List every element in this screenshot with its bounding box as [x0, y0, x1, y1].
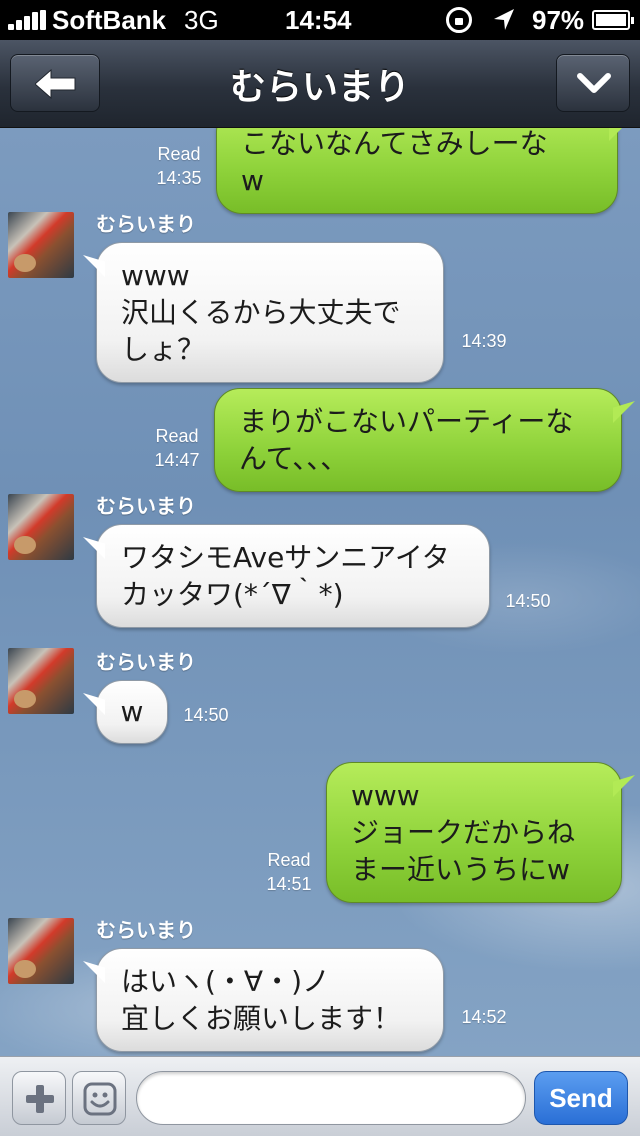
location-arrow-icon: [494, 9, 514, 30]
outgoing-message-bubble[interactable]: www ジョークだからね まー近いうちにw: [326, 762, 622, 903]
incoming-message-bubble[interactable]: ワタシモAveサンニアイタ カッタワ(*´∇｀*): [96, 524, 490, 628]
emoji-icon: [83, 1082, 117, 1116]
incoming-message-bubble[interactable]: w: [96, 680, 168, 744]
navigation-bar: むらいまり: [0, 40, 640, 128]
carrier-name: SoftBank: [52, 5, 167, 35]
read-receipt: Read: [157, 144, 201, 164]
outgoing-message-bubble[interactable]: まりがこないパーティーな んて、、、: [214, 388, 622, 492]
chat-message-list[interactable]: Read 14:35 こないなんてさみしーな w むらいまり www 沢山くるか…: [0, 128, 640, 1056]
message-text: ワタシモAveサンニアイタ カッタワ(*´∇｀*): [121, 541, 450, 611]
rotation-lock-icon: [446, 7, 472, 33]
message-meta: Read 14:51: [258, 848, 320, 896]
sender-name: むらいまり: [96, 212, 196, 236]
incoming-message-bubble[interactable]: はいヽ(・∀・)ノ 宜しくお願いします！: [96, 948, 444, 1052]
message-time: 14:50: [183, 705, 229, 725]
message-text: まりがこないパーティーな んて、、、: [239, 405, 574, 475]
emoji-button[interactable]: [72, 1071, 126, 1125]
message-time: 14:39: [461, 331, 507, 351]
avatar[interactable]: [8, 918, 74, 984]
message-time: 14:47: [154, 450, 200, 470]
chat-title: むらいまり: [229, 67, 410, 108]
message-time: 14:51: [266, 874, 312, 894]
status-bar: SoftBank 3G 14:54 97%: [0, 0, 640, 40]
avatar[interactable]: [8, 212, 74, 278]
message-time: 14:52: [461, 1007, 507, 1027]
sender-name: むらいまり: [96, 650, 196, 674]
message-time: 14:35: [156, 168, 202, 188]
message-meta: Read 14:47: [146, 424, 208, 472]
outgoing-message-bubble[interactable]: こないなんてさみしーな w: [216, 128, 618, 214]
incoming-message-bubble[interactable]: www 沢山くるから大丈夫で しょ？: [96, 242, 444, 383]
avatar[interactable]: [8, 648, 74, 714]
message-time: 14:50: [505, 591, 551, 611]
status-time: 14:54: [285, 5, 352, 35]
message-input[interactable]: [136, 1071, 526, 1125]
read-receipt: Read: [267, 850, 311, 870]
send-button[interactable]: Send: [534, 1071, 628, 1125]
plus-icon: [26, 1085, 54, 1113]
network-type: 3G: [184, 5, 219, 35]
message-text: w: [120, 695, 144, 728]
read-receipt: Read: [155, 426, 199, 446]
signal-strength-icon: [8, 10, 50, 30]
message-text: こないなんてさみしーな w: [241, 128, 548, 197]
sender-name: むらいまり: [96, 918, 196, 942]
message-text: www 沢山くるから大丈夫で しょ？: [121, 259, 401, 366]
message-text: はいヽ(・∀・)ノ 宜しくお願いします！: [121, 965, 402, 1035]
avatar[interactable]: [8, 494, 74, 560]
chevron-down-icon: [577, 73, 611, 93]
battery-icon: [592, 10, 634, 30]
attach-button[interactable]: [12, 1071, 66, 1125]
battery-percent: 97%: [532, 5, 585, 35]
message-meta: Read 14:35: [148, 142, 210, 190]
message-text: www ジョークだからね まー近いうちにw: [351, 779, 576, 886]
message-input-bar: Send: [0, 1056, 640, 1136]
sender-name: むらいまり: [96, 494, 196, 518]
menu-dropdown-button[interactable]: [556, 54, 630, 112]
